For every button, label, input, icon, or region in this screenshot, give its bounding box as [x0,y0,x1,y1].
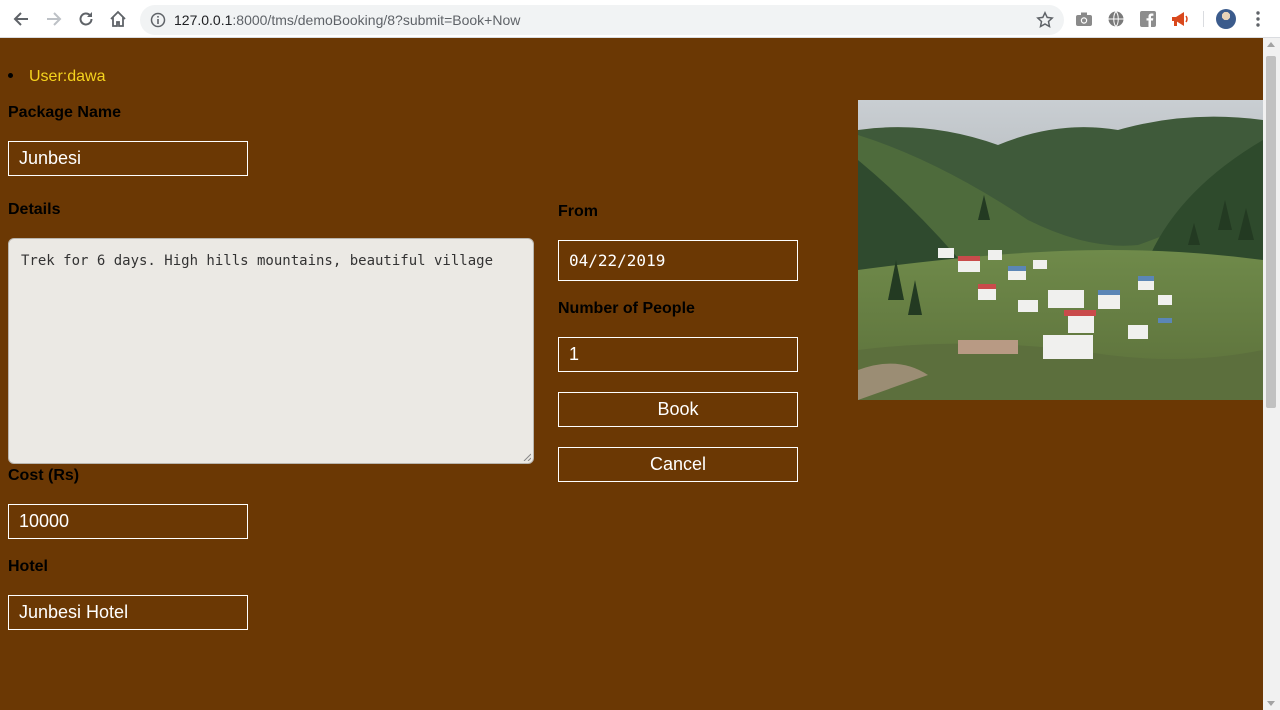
details-textarea[interactable]: Trek for 6 days. High hills mountains, b… [8,238,534,464]
bullet-icon [8,73,13,79]
back-icon[interactable] [10,8,32,30]
info-icon[interactable] [150,12,166,33]
cost-value: 10000 [19,511,70,531]
package-name-value: Junbesi [19,148,82,168]
menu-icon[interactable] [1248,9,1268,29]
hotel-input[interactable]: Junbesi Hotel [8,595,248,630]
details-value: Trek for 6 days. High hills mountains, b… [21,253,494,269]
hotel-label: Hotel [8,558,48,575]
profile-avatar[interactable] [1216,9,1236,29]
hotel-value: Junbesi Hotel [19,602,129,622]
package-name-label: Package Name [8,104,121,121]
from-date-input[interactable]: 04/22/2019 [558,240,798,281]
url-text: 127.0.0.1:8000/tms/demoBooking/8?submit=… [174,12,521,28]
home-icon[interactable] [107,8,129,30]
cancel-button[interactable]: Cancel [558,447,798,482]
facebook-icon[interactable] [1138,9,1158,29]
package-name-input[interactable]: Junbesi [8,141,248,176]
cost-label: Cost (Rs) [8,467,80,484]
resize-handle-icon[interactable] [523,453,531,461]
star-icon[interactable] [1036,11,1054,34]
scroll-down-arrow[interactable] [1267,701,1275,706]
people-label: Number of People [558,300,695,317]
user-list-item: User:dawa [8,68,105,86]
user-label: User:dawa [29,68,106,85]
camera-icon[interactable] [1074,9,1094,29]
cost-input[interactable]: 10000 [8,504,248,539]
from-date-value: 04/22/2019 [569,251,666,270]
toolbar-separator [1203,11,1204,27]
megaphone-icon[interactable] [1170,9,1190,29]
people-input[interactable]: 1 [558,337,798,372]
from-label: From [558,203,598,220]
globe-icon[interactable] [1106,9,1126,29]
scroll-thumb[interactable] [1266,56,1276,408]
book-button[interactable]: Book [558,392,798,427]
details-label: Details [8,201,61,218]
scroll-up-arrow[interactable] [1267,42,1275,47]
package-photo [858,100,1263,400]
page-scrollbar[interactable] [1263,38,1280,710]
people-value: 1 [569,344,580,364]
browser-toolbar: 127.0.0.1:8000/tms/demoBooking/8?submit=… [0,0,1280,38]
forward-icon[interactable] [43,8,65,30]
reload-icon[interactable] [75,8,97,30]
address-bar[interactable]: 127.0.0.1:8000/tms/demoBooking/8?submit=… [140,5,1064,35]
